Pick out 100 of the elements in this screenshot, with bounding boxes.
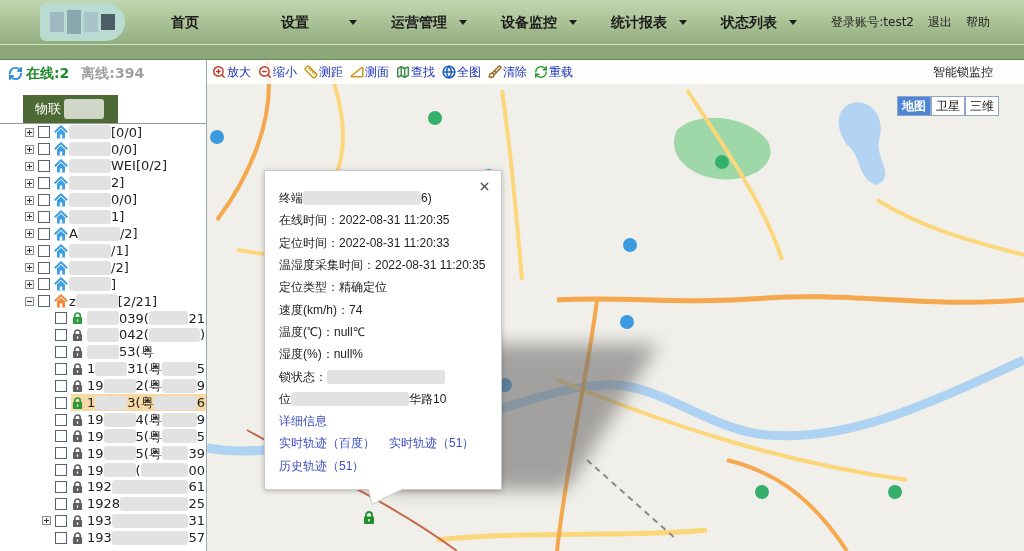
toolbar-button[interactable]: 重载 — [534, 63, 573, 81]
checkbox[interactable] — [55, 396, 67, 409]
tree-item[interactable]: WEI[0/2] — [54, 157, 206, 175]
toolbar-button[interactable]: 缩小 — [258, 63, 297, 81]
tree-item[interactable]: 53(粤 — [71, 343, 206, 361]
redacted-block — [140, 463, 189, 478]
expand-icon[interactable] — [25, 246, 34, 256]
header-link[interactable]: 退出 — [928, 13, 952, 31]
redacted-block — [69, 277, 111, 292]
header-link[interactable]: 帮助 — [966, 13, 990, 31]
expand-icon[interactable] — [42, 516, 51, 526]
tree-item[interactable]: ] — [54, 276, 206, 293]
nav-menu-item[interactable]: 设备监控 — [501, 11, 612, 33]
checkbox[interactable] — [55, 447, 67, 460]
tree-item[interactable]: 193 57 — [71, 529, 206, 547]
tree-item[interactable]: 1 3(粤 6 — [71, 394, 206, 412]
expand-icon[interactable] — [25, 161, 34, 171]
map-type-tab[interactable]: 三维 — [965, 96, 999, 116]
tree-item[interactable]: 19 ( 00 — [71, 461, 206, 479]
checkbox[interactable] — [38, 261, 50, 274]
checkbox[interactable] — [55, 312, 67, 325]
toolbar-button[interactable]: 放大 — [212, 63, 251, 81]
redacted-block — [69, 209, 111, 224]
tree-item[interactable]: 19 5(粤 39 — [71, 444, 206, 462]
redacted-block — [120, 497, 189, 512]
checkbox[interactable] — [38, 295, 50, 308]
info-text: 湿度(%)：null% — [279, 346, 363, 364]
tree-item[interactable]: 042( ) — [71, 326, 206, 344]
tree-item[interactable]: 0/0] — [54, 140, 206, 158]
checkbox[interactable] — [38, 143, 50, 156]
checkbox[interactable] — [55, 362, 67, 375]
triangle-ruler-icon — [350, 65, 364, 79]
checkbox[interactable] — [55, 498, 67, 511]
checkbox[interactable] — [55, 531, 67, 544]
tree-item[interactable]: 19 4(粤 9 — [71, 411, 206, 429]
tree-item[interactable]: 0/0] — [54, 191, 206, 209]
toolbar-button[interactable]: 清除 — [488, 63, 527, 81]
checkbox[interactable] — [38, 244, 50, 257]
link[interactable]: 详细信息 — [279, 412, 327, 431]
tree-item[interactable]: 192 61 — [71, 478, 206, 496]
checkbox[interactable] — [38, 160, 50, 173]
refresh-icon[interactable] — [8, 65, 23, 81]
toolbar-button[interactable]: 测距 — [304, 63, 343, 81]
nav-menu-item[interactable]: 运营管理 — [391, 11, 502, 33]
toolbar-button[interactable]: 测面 — [350, 63, 389, 81]
expand-icon[interactable] — [25, 178, 34, 188]
expand-icon[interactable] — [25, 279, 34, 289]
toolbar-button[interactable]: 查找 — [396, 63, 435, 81]
expand-icon[interactable] — [25, 229, 34, 239]
nav-menu-item[interactable]: 状态列表 — [721, 11, 832, 33]
tree-item[interactable]: 19 2(粤 9 — [71, 377, 206, 395]
checkbox[interactable] — [55, 329, 67, 342]
toolbar-button[interactable]: 全图 — [442, 63, 481, 81]
checkbox[interactable] — [55, 481, 67, 494]
tree-item[interactable]: 1928 25 — [71, 495, 206, 513]
redacted-block — [87, 345, 119, 359]
expand-icon[interactable] — [25, 195, 34, 205]
map-type-tab[interactable]: 地图 — [897, 96, 931, 116]
checkbox[interactable] — [55, 464, 67, 477]
checkbox[interactable] — [55, 379, 67, 392]
expand-icon[interactable] — [25, 212, 34, 222]
checkbox[interactable] — [55, 346, 67, 358]
expand-icon[interactable] — [25, 127, 34, 137]
redacted-block — [161, 378, 197, 393]
link[interactable]: 实时轨迹（百度） — [279, 434, 375, 453]
redacted-block — [69, 193, 111, 207]
redacted-block — [103, 429, 136, 444]
checkbox[interactable] — [38, 126, 50, 139]
link[interactable]: 实时轨迹（51） — [389, 434, 475, 453]
zoom-out-icon — [258, 65, 272, 79]
checkbox[interactable] — [38, 278, 50, 291]
tree-item[interactable]: 039( 21 — [71, 309, 206, 327]
tree-item[interactable]: 19 5(粤 5 — [71, 428, 206, 445]
tree-item[interactable]: 2] — [54, 174, 206, 192]
tree-item[interactable]: z [2/21] — [54, 292, 206, 310]
checkbox[interactable] — [55, 514, 67, 527]
tree-item[interactable]: /2] — [54, 259, 206, 276]
close-button[interactable] — [478, 180, 491, 193]
nav-menu-item[interactable]: 首页 — [171, 11, 282, 33]
checkbox[interactable] — [55, 430, 67, 443]
map-type-tab[interactable]: 卫星 — [931, 96, 965, 116]
link[interactable]: 历史轨迹（51） — [279, 456, 365, 475]
tree-item[interactable]: 193 31 — [71, 512, 206, 530]
checkbox[interactable] — [38, 177, 50, 190]
map-marker[interactable] — [363, 511, 375, 524]
tree-item[interactable]: /1] — [54, 242, 206, 260]
tree-tab[interactable]: 物联 — [23, 95, 118, 123]
info-text: 6) — [421, 190, 432, 208]
checkbox[interactable] — [38, 210, 50, 223]
collapse-icon[interactable] — [25, 296, 34, 306]
expand-icon[interactable] — [25, 263, 34, 273]
tree-item[interactable]: 1 31(粤 5 — [71, 360, 206, 378]
tree-item[interactable]: [0/0] — [54, 124, 206, 141]
nav-menu-item[interactable]: 设置 — [281, 11, 392, 33]
checkbox[interactable] — [38, 194, 50, 206]
tree-item[interactable]: 1] — [54, 208, 206, 226]
tree-item[interactable]: A /2] — [54, 225, 206, 243]
checkbox[interactable] — [55, 413, 67, 426]
expand-icon[interactable] — [25, 144, 34, 154]
checkbox[interactable] — [38, 227, 50, 240]
